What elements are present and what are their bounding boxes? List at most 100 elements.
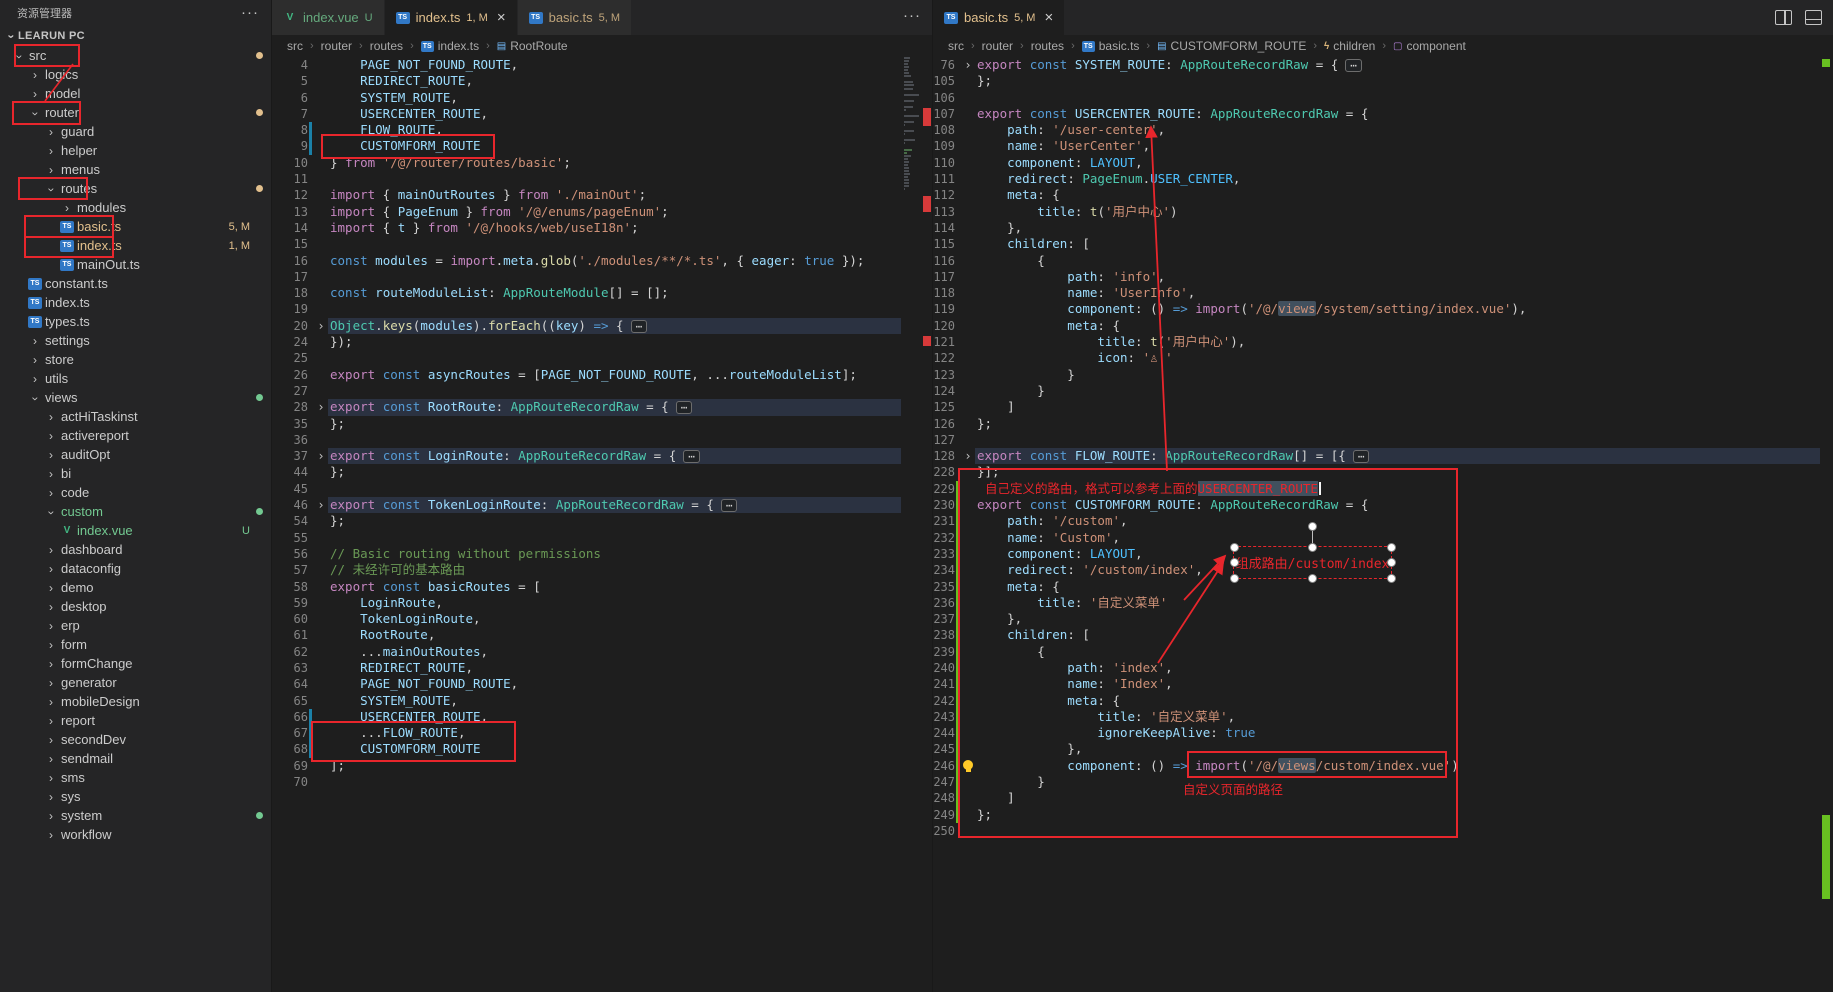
code-line-127[interactable]: 127 xyxy=(933,432,1820,448)
fold-chevron-icon[interactable]: › xyxy=(314,399,328,415)
code-line-116[interactable]: 116 { xyxy=(933,253,1820,269)
code-line-59[interactable]: 59 LoginRoute, xyxy=(272,595,901,611)
code-line-110[interactable]: 110 component: LAYOUT, xyxy=(933,155,1820,171)
tree-item-actHiTaskinst[interactable]: ›actHiTaskinst xyxy=(0,407,271,426)
editor-more-actions-icon[interactable]: ··· xyxy=(903,11,921,21)
folded-code-ellipsis[interactable]: ⋯ xyxy=(1353,450,1370,463)
code-line-128[interactable]: 128›export const FLOW_ROUTE: AppRouteRec… xyxy=(933,448,1820,464)
code-line-35[interactable]: 35}; xyxy=(272,416,901,432)
code-line-124[interactable]: 124 } xyxy=(933,383,1820,399)
code-line-10[interactable]: 10} from '/@/router/routes/basic'; xyxy=(272,155,901,171)
tree-item-form[interactable]: ›form xyxy=(0,635,271,654)
code-line-240[interactable]: 240 path: 'index', xyxy=(933,660,1820,676)
code-line-243[interactable]: 243 title: '自定义菜单', xyxy=(933,709,1820,725)
minimap[interactable] xyxy=(902,57,921,992)
code-line-245[interactable]: 245 }, xyxy=(933,741,1820,757)
tree-item-activereport[interactable]: ›activereport xyxy=(0,426,271,445)
code-line-9[interactable]: 9 CUSTOMFORM_ROUTE xyxy=(272,138,901,154)
code-line-230[interactable]: 230export const CUSTOMFORM_ROUTE: AppRou… xyxy=(933,497,1820,513)
code-line-236[interactable]: 236 title: '自定义菜单' xyxy=(933,595,1820,611)
code-line-66[interactable]: 66 USERCENTER_ROUTE, xyxy=(272,709,901,725)
tree-item-constant.ts[interactable]: TSconstant.ts xyxy=(0,274,271,293)
tree-item-formChange[interactable]: ›formChange xyxy=(0,654,271,673)
breadcrumb-item-children[interactable]: ϟchildren xyxy=(1324,39,1375,53)
code-line-107[interactable]: 107export const USERCENTER_ROUTE: AppRou… xyxy=(933,106,1820,122)
tree-item-generator[interactable]: ›generator xyxy=(0,673,271,692)
code-line-7[interactable]: 7 USERCENTER_ROUTE, xyxy=(272,106,901,122)
breadcrumb-item-routes[interactable]: routes xyxy=(1031,39,1064,53)
folded-code-ellipsis[interactable]: ⋯ xyxy=(676,401,693,414)
tree-item-code[interactable]: ›code xyxy=(0,483,271,502)
fold-chevron-icon[interactable]: › xyxy=(314,318,328,334)
code-line-231[interactable]: 231 path: '/custom', xyxy=(933,513,1820,529)
code-editor-index-ts[interactable]: 4 PAGE_NOT_FOUND_ROUTE,5 REDIRECT_ROUTE,… xyxy=(272,57,901,992)
code-line-67[interactable]: 67 ...FLOW_ROUTE, xyxy=(272,725,901,741)
code-line-54[interactable]: 54}; xyxy=(272,513,901,529)
lightbulb-icon[interactable] xyxy=(963,760,973,770)
tree-item-basic.ts[interactable]: TSbasic.ts5, M xyxy=(0,217,271,236)
code-line-28[interactable]: 28›export const RootRoute: AppRouteRecor… xyxy=(272,399,901,415)
workspace-header[interactable]: › LEARUN PC xyxy=(0,26,271,46)
code-line-120[interactable]: 120 meta: { xyxy=(933,318,1820,334)
code-line-36[interactable]: 36 xyxy=(272,432,901,448)
code-line-109[interactable]: 109 name: 'UserCenter', xyxy=(933,138,1820,154)
fold-chevron-icon[interactable]: › xyxy=(314,448,328,464)
tree-item-src[interactable]: ›src xyxy=(0,46,271,65)
tree-item-logics[interactable]: ›logics xyxy=(0,65,271,84)
tree-item-system[interactable]: ›system xyxy=(0,806,271,825)
breadcrumb-item-basic.ts[interactable]: TSbasic.ts xyxy=(1082,39,1140,53)
folded-code-ellipsis[interactable]: ⋯ xyxy=(721,499,738,512)
folded-code-ellipsis[interactable]: ⋯ xyxy=(1345,59,1362,72)
customize-layout-icon[interactable] xyxy=(1805,10,1822,25)
code-line-228[interactable]: 228}]; xyxy=(933,464,1820,480)
code-line-18[interactable]: 18const routeModuleList: AppRouteModule[… xyxy=(272,285,901,301)
close-icon[interactable]: × xyxy=(497,11,506,24)
code-line-111[interactable]: 111 redirect: PageEnum.USER_CENTER, xyxy=(933,171,1820,187)
tab-basic.ts[interactable]: TSbasic.ts5, M× xyxy=(933,0,1065,35)
overview-ruler-right[interactable] xyxy=(1820,57,1833,992)
code-line-56[interactable]: 56// Basic routing without permissions xyxy=(272,546,901,562)
code-line-248[interactable]: 248 ] xyxy=(933,790,1820,806)
tree-item-guard[interactable]: ›guard xyxy=(0,122,271,141)
code-line-68[interactable]: 68 CUSTOMFORM_ROUTE xyxy=(272,741,901,757)
tree-item-types.ts[interactable]: TStypes.ts xyxy=(0,312,271,331)
code-line-123[interactable]: 123 } xyxy=(933,367,1820,383)
tree-item-custom[interactable]: ›custom xyxy=(0,502,271,521)
code-line-55[interactable]: 55 xyxy=(272,530,901,546)
tree-item-workflow[interactable]: ›workflow xyxy=(0,825,271,844)
code-line-242[interactable]: 242 meta: { xyxy=(933,693,1820,709)
fold-chevron-icon[interactable]: › xyxy=(314,497,328,513)
close-icon[interactable]: × xyxy=(1044,11,1053,24)
tree-item-index.ts[interactable]: TSindex.ts1, M xyxy=(0,236,271,255)
code-line-237[interactable]: 237 }, xyxy=(933,611,1820,627)
tab-basic.ts[interactable]: TSbasic.ts5, M xyxy=(518,0,632,35)
tree-item-store[interactable]: ›store xyxy=(0,350,271,369)
split-editor-icon[interactable] xyxy=(1775,10,1792,25)
code-line-118[interactable]: 118 name: 'UserInfo', xyxy=(933,285,1820,301)
code-line-76[interactable]: 76›export const SYSTEM_ROUTE: AppRouteRe… xyxy=(933,57,1820,73)
code-line-238[interactable]: 238 children: [ xyxy=(933,627,1820,643)
code-line-14[interactable]: 14import { t } from '/@/hooks/web/useI18… xyxy=(272,220,901,236)
code-line-234[interactable]: 234 redirect: '/custom/index', xyxy=(933,562,1820,578)
code-line-63[interactable]: 63 REDIRECT_ROUTE, xyxy=(272,660,901,676)
tree-item-menus[interactable]: ›menus xyxy=(0,160,271,179)
tree-item-settings[interactable]: ›settings xyxy=(0,331,271,350)
code-line-241[interactable]: 241 name: 'Index', xyxy=(933,676,1820,692)
code-editor-basic-ts[interactable]: 76›export const SYSTEM_ROUTE: AppRouteRe… xyxy=(933,57,1820,992)
code-line-17[interactable]: 17 xyxy=(272,269,901,285)
tree-item-sys[interactable]: ›sys xyxy=(0,787,271,806)
code-line-105[interactable]: 105}; xyxy=(933,73,1820,89)
code-line-121[interactable]: 121 title: t('用户中心'), xyxy=(933,334,1820,350)
code-line-117[interactable]: 117 path: 'info', xyxy=(933,269,1820,285)
tree-item-demo[interactable]: ›demo xyxy=(0,578,271,597)
code-line-6[interactable]: 6 SYSTEM_ROUTE, xyxy=(272,90,901,106)
breadcrumb-item-index.ts[interactable]: TSindex.ts xyxy=(421,39,479,53)
tree-item-model[interactable]: ›model xyxy=(0,84,271,103)
code-line-229[interactable]: 229 xyxy=(933,481,1820,497)
breadcrumb-item-src[interactable]: src xyxy=(948,39,964,53)
code-line-113[interactable]: 113 title: t('用户中心') xyxy=(933,204,1820,220)
tree-item-desktop[interactable]: ›desktop xyxy=(0,597,271,616)
tree-item-mainOut.ts[interactable]: TSmainOut.ts xyxy=(0,255,271,274)
code-line-16[interactable]: 16const modules = import.meta.glob('./mo… xyxy=(272,253,901,269)
breadcrumb-item-router[interactable]: router xyxy=(321,39,352,53)
